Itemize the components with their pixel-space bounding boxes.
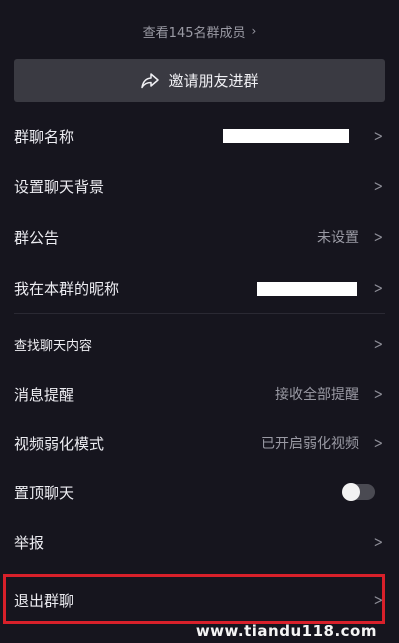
chevron-right-icon: > xyxy=(373,533,384,551)
chat-background-label: 设置聊天背景 xyxy=(14,177,105,196)
group-name-label: 群聊名称 xyxy=(14,127,75,146)
video-weak-mode-row[interactable]: 视频弱化模式 已开启弱化视频 > xyxy=(0,423,399,463)
share-arrow-icon xyxy=(141,72,160,88)
chevron-right-icon: > xyxy=(373,177,384,195)
notifications-value: 接收全部提醒 xyxy=(275,387,359,403)
chevron-right-icon: > xyxy=(373,335,384,353)
my-nickname-label: 我在本群的昵称 xyxy=(14,279,120,298)
chevron-right-icon: > xyxy=(373,228,384,246)
pin-chat-row: 置顶聊天 xyxy=(0,472,399,512)
invite-friends-label: 邀请朋友进群 xyxy=(168,72,259,90)
notifications-row[interactable]: 消息提醒 接收全部提醒 > xyxy=(0,374,399,414)
search-history-label: 查找聊天内容 xyxy=(14,338,93,354)
redacted-nickname xyxy=(257,282,357,296)
video-weak-mode-label: 视频弱化模式 xyxy=(14,434,105,453)
invite-friends-button[interactable]: 邀请朋友进群 xyxy=(14,59,385,102)
toggle-knob xyxy=(342,483,360,501)
announcement-value: 未设置 xyxy=(317,230,359,246)
notifications-label: 消息提醒 xyxy=(14,385,75,404)
group-name-row[interactable]: 群聊名称 > xyxy=(0,116,399,156)
announcement-label: 群公告 xyxy=(14,228,60,247)
view-members-link[interactable]: 查看145名群成员 › xyxy=(0,16,399,46)
highlight-annotation-box xyxy=(3,574,385,624)
pin-chat-label: 置顶聊天 xyxy=(14,483,75,502)
announcement-row[interactable]: 群公告 未设置 > xyxy=(0,217,399,257)
chat-background-row[interactable]: 设置聊天背景 > xyxy=(0,166,399,206)
report-label: 举报 xyxy=(14,533,45,552)
redacted-group-name xyxy=(223,129,349,143)
chevron-right-icon: > xyxy=(373,127,384,145)
search-history-row[interactable]: 查找聊天内容 > xyxy=(0,324,399,364)
report-row[interactable]: 举报 > xyxy=(0,522,399,562)
video-weak-mode-value: 已开启弱化视频 xyxy=(261,436,359,452)
pin-chat-toggle[interactable] xyxy=(342,483,375,501)
chevron-right-icon: > xyxy=(373,385,384,403)
chevron-right-icon: > xyxy=(373,434,384,452)
site-watermark: www.tiandu118.com xyxy=(195,622,377,640)
view-members-label: 查看145名群成员 xyxy=(142,25,246,41)
chevron-right-icon: > xyxy=(373,279,384,297)
chevron-right-icon: › xyxy=(251,24,257,38)
section-divider xyxy=(14,313,385,314)
my-nickname-row[interactable]: 我在本群的昵称 > xyxy=(0,268,399,308)
